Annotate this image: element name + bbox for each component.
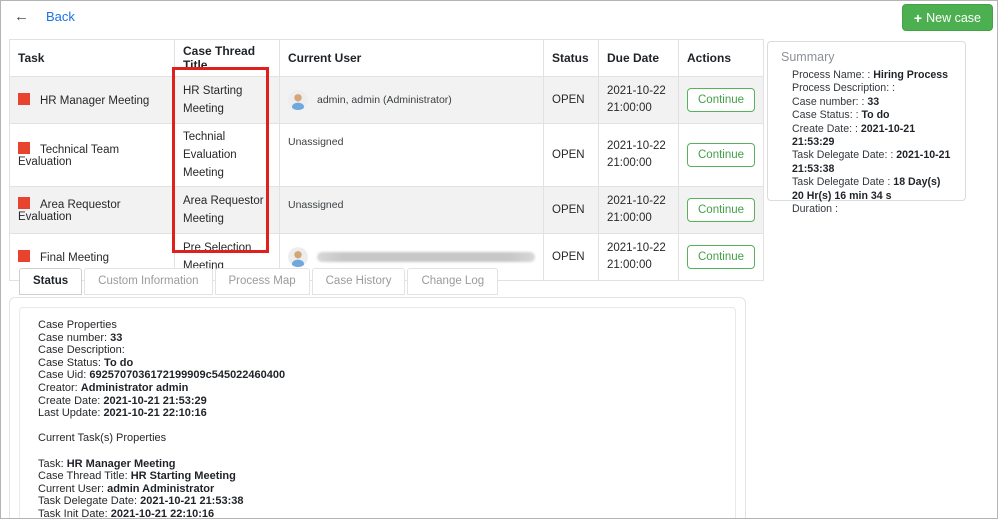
property-line: Creator: Administrator admin bbox=[38, 382, 717, 395]
user-avatar-icon bbox=[288, 247, 308, 267]
summary-property-line: Process Name: : Hiring Process bbox=[792, 69, 955, 82]
summary-property-line: Process Description: : bbox=[792, 82, 955, 95]
property-line: Case Properties bbox=[38, 319, 717, 332]
summary-property-line: Case number: : 33 bbox=[792, 96, 955, 109]
tab-custom-information[interactable]: Custom Information bbox=[84, 268, 212, 295]
property-line bbox=[38, 420, 717, 433]
new-case-button[interactable]: + New case bbox=[902, 4, 993, 31]
tab-process-map[interactable]: Process Map bbox=[215, 268, 310, 295]
summary-property-line: Task Delegate Date: : 2021-10-21 21:53:3… bbox=[792, 149, 955, 176]
current-user-name: Unassigned bbox=[288, 199, 343, 211]
case-thread-title: Area Requestor Meeting bbox=[183, 192, 271, 228]
table-header-row: Task Case Thread Title Current User Stat… bbox=[10, 40, 764, 77]
table-row: HR Manager Meeting HR Starting Meeting a… bbox=[10, 77, 764, 124]
status-tab-content: Case Properties Case number: 33 Case Des… bbox=[9, 297, 746, 519]
task-status-icon bbox=[18, 142, 30, 154]
case-properties-lines: Case Properties Case number: 33 Case Des… bbox=[38, 319, 717, 519]
back-link[interactable]: ← Back bbox=[14, 8, 75, 25]
property-line: Task Init Date: 2021-10-21 22:10:16 bbox=[38, 508, 717, 519]
task-name: Final Meeting bbox=[40, 252, 109, 264]
back-arrow-icon[interactable]: ← bbox=[14, 8, 29, 25]
column-header-due-date: Due Date bbox=[599, 40, 679, 77]
tab-case-history[interactable]: Case History bbox=[312, 268, 406, 295]
column-header-thread-title: Case Thread Title bbox=[175, 40, 280, 77]
back-link-label[interactable]: Back bbox=[46, 9, 75, 24]
summary-property-line: Task Delegate Date : 18 Day(s) 20 Hr(s) … bbox=[792, 176, 955, 203]
status-value: OPEN bbox=[544, 234, 599, 281]
plus-icon: + bbox=[914, 10, 922, 26]
user-avatar-icon bbox=[288, 90, 308, 110]
property-line bbox=[38, 445, 717, 458]
continue-button[interactable]: Continue bbox=[687, 143, 755, 167]
tab-change-log[interactable]: Change Log bbox=[407, 268, 498, 295]
tab-status[interactable]: Status bbox=[19, 268, 82, 295]
status-value: OPEN bbox=[544, 77, 599, 124]
summary-items: Process Name: : Hiring Process Process D… bbox=[792, 69, 955, 216]
due-date-value: 2021-10-22 21:00:00 bbox=[607, 138, 670, 172]
task-name: HR Manager Meeting bbox=[40, 95, 149, 107]
property-line: Case number: 33 bbox=[38, 332, 717, 345]
continue-button[interactable]: Continue bbox=[687, 88, 755, 112]
property-line: Create Date: 2021-10-21 21:53:29 bbox=[38, 395, 717, 408]
continue-button[interactable]: Continue bbox=[687, 245, 755, 269]
table-row: Area Requestor Evaluation Area Requestor… bbox=[10, 187, 764, 234]
column-header-task: Task bbox=[10, 40, 175, 77]
summary-property-line: Create Date: : 2021-10-21 21:53:29 bbox=[792, 123, 955, 150]
summary-title: Summary bbox=[781, 50, 955, 64]
status-value: OPEN bbox=[544, 187, 599, 234]
property-line: Task Delegate Date: 2021-10-21 21:53:38 bbox=[38, 495, 717, 508]
redacted-user-name bbox=[317, 252, 535, 262]
task-status-icon bbox=[18, 250, 30, 262]
property-line: Last Update: 2021-10-21 22:10:16 bbox=[38, 407, 717, 420]
task-status-icon bbox=[18, 93, 30, 105]
property-line: Case Description: bbox=[38, 344, 717, 357]
summary-property-line: Duration : bbox=[792, 203, 955, 216]
case-thread-title: Technial Evaluation Meeting bbox=[183, 128, 271, 182]
summary-property-line: Case Status: : To do bbox=[792, 109, 955, 122]
column-header-status: Status bbox=[544, 40, 599, 77]
tasks-table: Task Case Thread Title Current User Stat… bbox=[9, 39, 764, 281]
property-line: Case Thread Title: HR Starting Meeting bbox=[38, 470, 717, 483]
table-row: Technical Team Evaluation Technial Evalu… bbox=[10, 124, 764, 187]
column-header-actions: Actions bbox=[679, 40, 764, 77]
task-name: Area Requestor Evaluation bbox=[18, 199, 121, 223]
property-line: Task: HR Manager Meeting bbox=[38, 458, 717, 471]
due-date-value: 2021-10-22 21:00:00 bbox=[607, 193, 670, 227]
current-user-name: Unassigned bbox=[288, 136, 343, 148]
property-line: Case Status: To do bbox=[38, 357, 717, 370]
task-status-icon bbox=[18, 197, 30, 209]
case-properties-box: Case Properties Case number: 33 Case Des… bbox=[19, 307, 736, 519]
property-line: Current Task(s) Properties bbox=[38, 432, 717, 445]
current-user-name: admin, admin (Administrator) bbox=[317, 94, 452, 106]
property-line: Current User: admin Administrator bbox=[38, 483, 717, 496]
property-line: Case Uid: 6925707036172199909c5450224604… bbox=[38, 369, 717, 382]
case-thread-title: HR Starting Meeting bbox=[183, 82, 271, 118]
due-date-value: 2021-10-22 21:00:00 bbox=[607, 83, 670, 117]
continue-button[interactable]: Continue bbox=[687, 198, 755, 222]
tab-bar: Status Custom Information Process Map Ca… bbox=[19, 268, 498, 295]
column-header-current-user: Current User bbox=[280, 40, 544, 77]
status-value: OPEN bbox=[544, 124, 599, 187]
new-case-button-label: New case bbox=[926, 11, 981, 25]
case-detail-page: ← Back + New case Task Case Thread Title… bbox=[0, 0, 998, 519]
summary-panel: Summary Process Name: : Hiring Process P… bbox=[767, 41, 966, 201]
task-name: Technical Team Evaluation bbox=[18, 144, 119, 168]
due-date-value: 2021-10-22 21:00:00 bbox=[607, 240, 670, 274]
